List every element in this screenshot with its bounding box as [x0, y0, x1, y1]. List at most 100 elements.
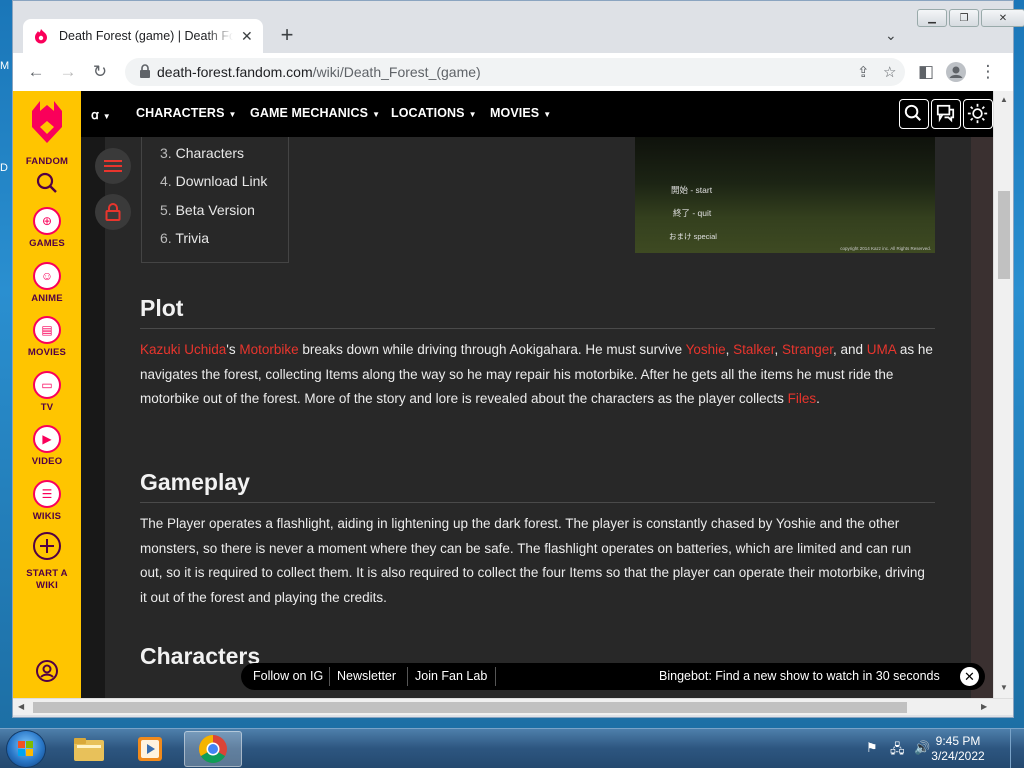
link-files[interactable]: Files: [788, 391, 817, 406]
wiki-search-button[interactable]: [899, 99, 929, 129]
show-desktop-button[interactable]: [1010, 729, 1024, 768]
maximize-button[interactable]: ❐: [949, 9, 979, 27]
fandom-bottom-bar: Follow on IG Newsletter Join Fan Lab Bin…: [241, 663, 985, 690]
vertical-scrollbar[interactable]: ▲ ▼: [993, 91, 1013, 698]
open-book-icon: ☰: [33, 480, 61, 508]
gameplay-paragraph: The Player operates a flashlight, aiding…: [140, 516, 925, 605]
tab-search-chevron-icon[interactable]: ⌄: [885, 27, 897, 44]
side-panel-icon[interactable]: ◧: [915, 62, 937, 82]
lock-icon: [140, 64, 150, 78]
scroll-up-arrow-icon[interactable]: ▲: [1000, 95, 1008, 104]
table-of-contents: 3. Characters 4. Download Link 5. Beta V…: [141, 137, 289, 263]
sidebar-item-anime[interactable]: ☺ ANIME: [13, 262, 81, 304]
fandom-sidebar: FANDOM ⊕ GAMES ☺ ANIME ▤ MOVIES ▭ TV ▶ V…: [13, 91, 81, 698]
page-tools-button[interactable]: [95, 194, 131, 230]
window-controls: ▁ ❐ ✕: [917, 9, 1024, 27]
link-kazuki-uchida[interactable]: Kazuki Uchida: [140, 342, 226, 357]
gamepad-icon: ⊕: [33, 207, 61, 235]
sidebar-item-games[interactable]: ⊕ GAMES: [13, 207, 81, 249]
browser-menu-icon[interactable]: ⋮: [977, 62, 999, 82]
newsletter-link[interactable]: Newsletter: [337, 669, 396, 683]
window-close-button[interactable]: ✕: [981, 9, 1024, 27]
minimize-button[interactable]: ▁: [917, 9, 947, 27]
tab-close-icon[interactable]: ✕: [241, 28, 253, 45]
sidebar-item-label: TV: [40, 402, 54, 413]
sidebar-item-wikis[interactable]: ☰ WIKIS: [13, 480, 81, 522]
play-icon: ▶: [33, 425, 61, 453]
toc-item[interactable]: 4. Download Link: [160, 173, 267, 189]
taskbar-media-player[interactable]: [122, 731, 180, 767]
toc-number: 5.: [160, 202, 172, 218]
fandom-heart-flame-icon: [32, 101, 62, 143]
follow-on-ig-link[interactable]: Follow on IG: [253, 669, 323, 683]
discussions-button[interactable]: [931, 99, 961, 129]
nav-label: LOCATIONS: [391, 106, 465, 120]
section-heading-gameplay: Gameplay: [140, 469, 250, 495]
clock-time: 9:45 PM: [935, 734, 981, 748]
sidebar-item-label: MOVIES: [27, 347, 67, 358]
back-arrow-icon[interactable]: ←: [25, 62, 47, 82]
sidebar-user-account[interactable]: [13, 659, 81, 688]
scroll-left-arrow-icon[interactable]: ◀: [18, 702, 24, 711]
folder-icon: [74, 738, 104, 761]
fandom-logo[interactable]: FANDOM: [13, 99, 81, 167]
nav-locations[interactable]: LOCATIONS ▼: [391, 106, 477, 120]
link-motorbike[interactable]: Motorbike: [239, 342, 298, 357]
link-stalker[interactable]: Stalker: [733, 342, 774, 357]
taskbar-explorer[interactable]: [60, 731, 118, 767]
join-fan-lab-link[interactable]: Join Fan Lab: [415, 669, 487, 683]
link-uma[interactable]: UMA: [867, 342, 896, 357]
chat-bubbles-icon: [936, 104, 955, 123]
toc-item[interactable]: 6. Trivia: [160, 230, 209, 246]
nav-characters[interactable]: CHARACTERS ▼: [136, 106, 237, 120]
toc-item[interactable]: 5. Beta Version: [160, 202, 255, 218]
bingebot-promo-link[interactable]: Bingebot: Find a new show to watch in 30…: [659, 669, 940, 683]
plot-text: .: [816, 391, 820, 406]
taskbar-clock[interactable]: 9:45 PM 3/24/2022: [928, 734, 988, 764]
scroll-down-arrow-icon[interactable]: ▼: [1000, 683, 1008, 692]
tv-icon: ▭: [33, 371, 61, 399]
action-center-flag-icon[interactable]: ⚑: [866, 740, 878, 756]
chevron-down-icon: ▼: [228, 110, 237, 119]
horizontal-scrollbar[interactable]: ◀ ▶: [13, 698, 1013, 715]
start-button[interactable]: [6, 730, 46, 768]
nav-label: CHARACTERS: [136, 106, 225, 120]
link-yoshie[interactable]: Yoshie: [686, 342, 726, 357]
url-text: death-forest.fandom.com/wiki/Death_Fores…: [157, 64, 481, 80]
plot-text: 's: [226, 342, 240, 357]
forward-arrow-icon[interactable]: →: [57, 62, 79, 82]
sidebar-item-tv[interactable]: ▭ TV: [13, 371, 81, 413]
game-screenshot-image[interactable]: 開始 - start 終了 - quit おまけ special copyrig…: [635, 137, 935, 253]
reload-icon[interactable]: ↻: [89, 62, 111, 82]
sidebar-item-video[interactable]: ▶ VIDEO: [13, 425, 81, 467]
network-icon[interactable]: 🖧: [890, 740, 905, 762]
address-bar[interactable]: death-forest.fandom.com/wiki/Death_Fores…: [125, 58, 905, 86]
sidebar-item-label: WIKIS: [32, 511, 62, 522]
horizontal-scroll-thumb[interactable]: [33, 702, 907, 713]
theme-toggle-button[interactable]: [963, 99, 993, 129]
toc-toggle-button[interactable]: [95, 148, 131, 184]
sidebar-search[interactable]: [13, 171, 81, 200]
new-tab-button[interactable]: +: [275, 23, 299, 47]
plot-text: breaks down while driving through Aokiga…: [298, 342, 686, 357]
toc-item[interactable]: 3. Characters: [160, 145, 244, 161]
sidebar-item-movies[interactable]: ▤ MOVIES: [13, 316, 81, 358]
search-icon: [36, 172, 57, 193]
browser-tab[interactable]: Death Forest (game) | Death Forest Wiki …: [23, 19, 263, 53]
scroll-right-arrow-icon[interactable]: ▶: [981, 702, 987, 711]
nav-movies[interactable]: MOVIES ▼: [490, 106, 551, 120]
section-heading-characters: Characters: [140, 643, 261, 669]
sidebar-item-start-a-wiki[interactable]: START A WIKI: [13, 531, 81, 592]
nav-game-mechanics[interactable]: GAME MECHANICS ▼: [250, 106, 380, 120]
share-icon[interactable]: ⇪: [857, 63, 870, 81]
close-icon[interactable]: ✕: [960, 667, 979, 686]
taskbar-chrome[interactable]: [184, 731, 242, 767]
tab-title: Death Forest (game) | Death Forest Wiki: [59, 29, 233, 43]
vertical-scroll-thumb[interactable]: [998, 191, 1010, 279]
windows-logo-icon: [18, 741, 33, 756]
profile-avatar-icon[interactable]: [945, 62, 967, 87]
bookmark-star-icon[interactable]: ☆: [883, 63, 896, 81]
wiki-home-menu[interactable]: ꭤ ▼: [91, 106, 111, 123]
link-stranger[interactable]: Stranger: [782, 342, 833, 357]
section-divider: [140, 328, 935, 329]
